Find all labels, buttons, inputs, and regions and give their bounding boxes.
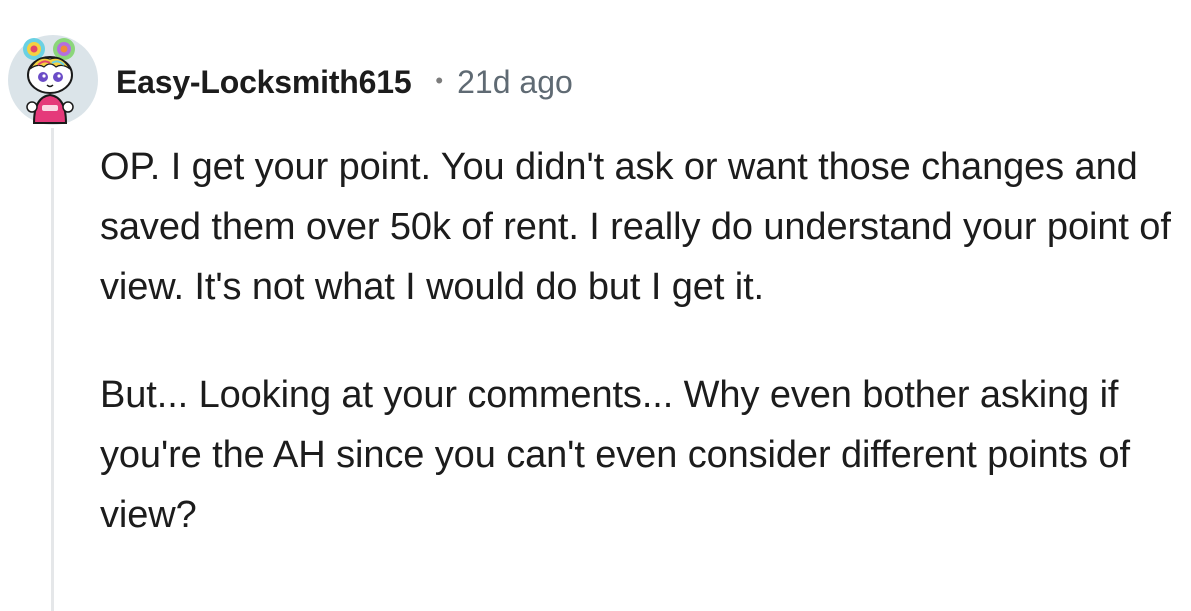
meta-separator: • [435,68,444,93]
thread-collapse-line[interactable] [51,128,54,611]
user-avatar[interactable] [8,35,98,125]
author-username[interactable]: Easy-Locksmith615 [116,64,412,101]
comment-meta: Easy-Locksmith615 • 21d ago [116,57,573,107]
comment-body: OP. I get your point. You didn't ask or … [100,137,1175,545]
comment-timestamp[interactable]: 21d ago [457,64,573,101]
comment-paragraph: OP. I get your point. You didn't ask or … [100,146,1171,308]
comment-paragraph: But... Looking at your comments... Why e… [100,374,1130,536]
comment: Easy-Locksmith615 • 21d ago OP. I get yo… [0,0,1191,611]
reddit-snoo-avatar-icon [8,35,98,125]
